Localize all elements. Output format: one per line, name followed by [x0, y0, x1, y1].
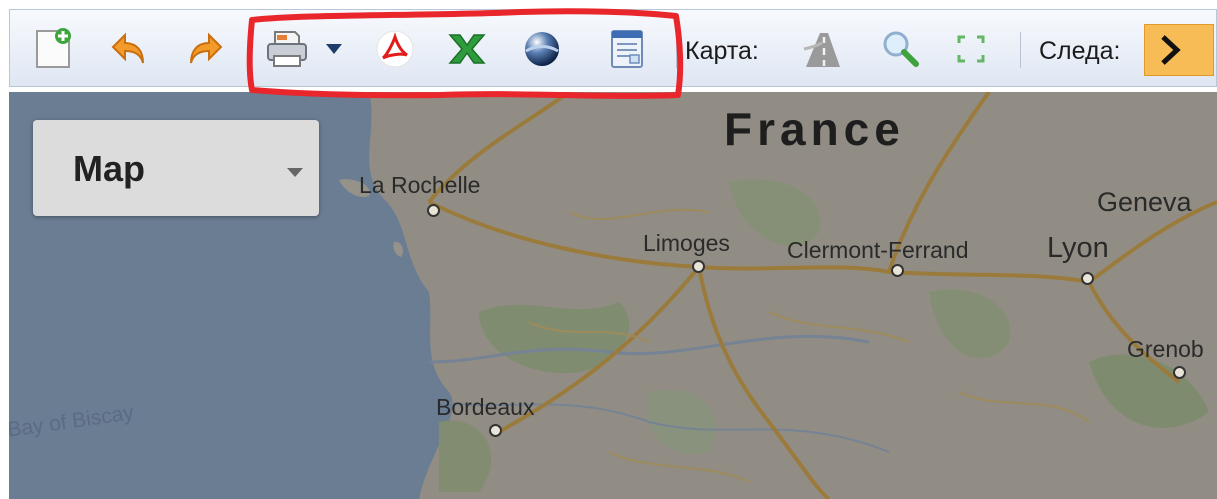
zoom-button[interactable] [876, 24, 926, 74]
zoom-icon [883, 31, 919, 67]
city-marker [1081, 272, 1094, 285]
city-marker [489, 424, 502, 437]
city-label: Limoges [643, 230, 730, 256]
report-icon [611, 30, 643, 68]
city-label: Grenob [1127, 336, 1204, 362]
export-pdf-button[interactable] [370, 24, 420, 74]
undo-button[interactable] [104, 24, 154, 74]
city-marker [692, 260, 705, 273]
next-button[interactable] [1144, 24, 1214, 76]
chevron-right-icon [1161, 35, 1181, 65]
globe-icon [525, 32, 559, 66]
new-document-icon [36, 28, 71, 68]
city-marker [891, 264, 904, 277]
city-label: Lyon [1047, 232, 1109, 264]
redo-button[interactable] [180, 24, 230, 74]
city-label: Clermont-Ferrand [787, 237, 969, 263]
excel-icon [448, 34, 486, 64]
export-excel-button[interactable] [442, 24, 492, 74]
toolbar-separator [248, 32, 249, 68]
city-label: Geneva [1097, 187, 1192, 217]
map-type-label: Map [73, 148, 145, 189]
toolbar: Карта: Следа: [9, 9, 1217, 87]
tracks-label: Следа: [1039, 37, 1121, 65]
print-button[interactable] [262, 24, 312, 74]
toolbar-separator [676, 32, 677, 68]
toolbar-separator [1020, 32, 1021, 68]
map-label: Карта: [685, 37, 759, 65]
new-document-button[interactable] [28, 24, 78, 74]
fit-view-icon [957, 35, 985, 63]
city-marker [1173, 366, 1186, 379]
city-label: Bordeaux [436, 394, 535, 420]
redo-icon [190, 32, 223, 64]
globe-button[interactable] [517, 24, 567, 74]
undo-icon [111, 32, 144, 64]
road-icon [803, 33, 840, 67]
print-options-dropdown[interactable] [322, 24, 346, 74]
road-button[interactable] [798, 24, 848, 74]
chevron-down-icon [287, 168, 303, 177]
city-label: La Rochelle [359, 172, 481, 198]
map-view[interactable]: Map France La Rochelle Limoges Clermont-… [9, 92, 1217, 499]
fit-view-button[interactable] [946, 24, 996, 74]
dropdown-arrow-icon [326, 44, 342, 54]
report-button[interactable] [602, 24, 652, 74]
country-label: France [724, 103, 905, 155]
city-marker [427, 204, 440, 217]
print-icon [267, 31, 307, 67]
pdf-icon [376, 30, 414, 68]
map-type-selector[interactable]: Map [33, 120, 319, 216]
